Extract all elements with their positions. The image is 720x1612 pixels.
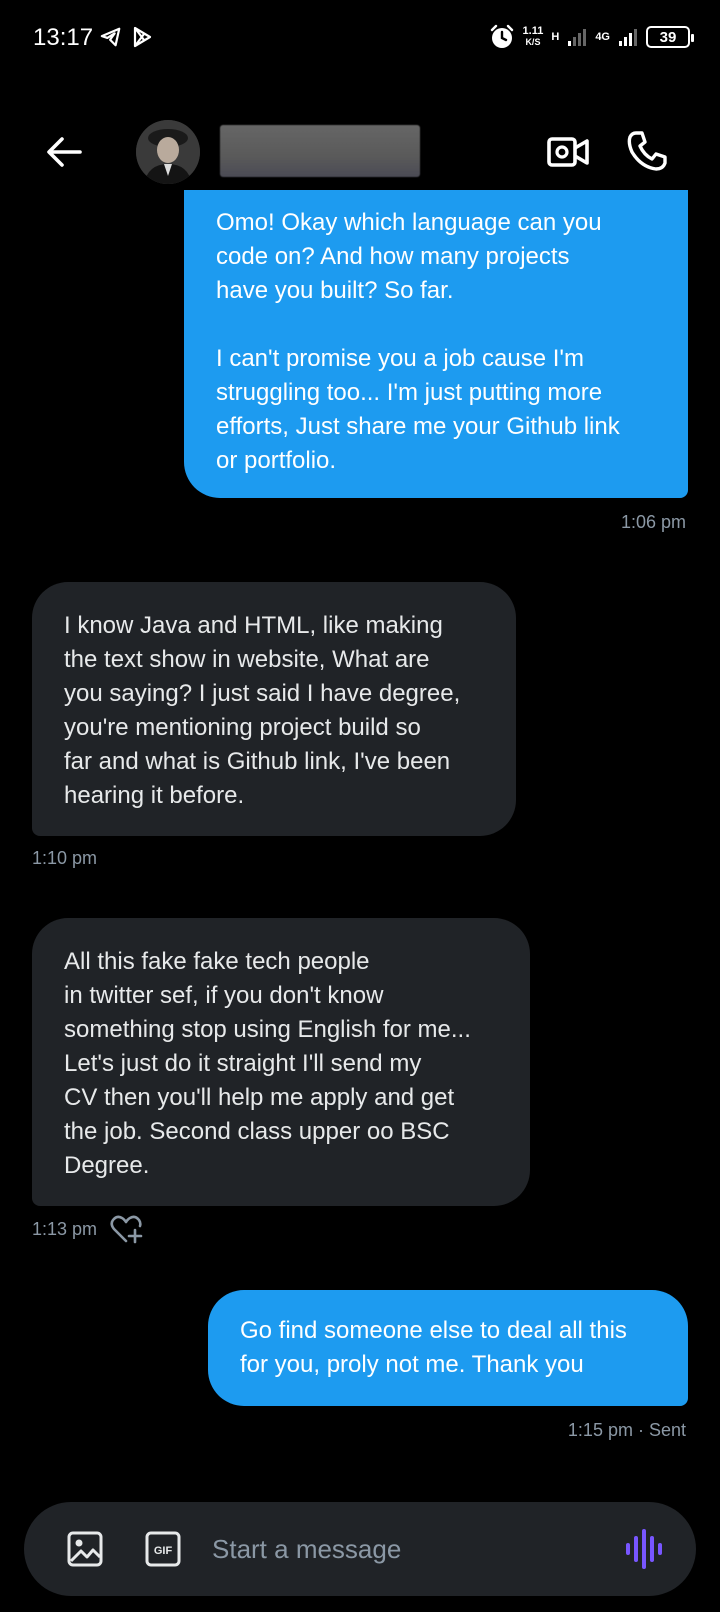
network-speed-value: 1.11 [522, 25, 544, 37]
status-time: 13:17 [33, 24, 94, 51]
message-timestamp: 1:10 pm [32, 848, 98, 868]
message-bubble-sent[interactable]: Omo! Okay which language can you code on… [184, 190, 688, 498]
contact-avatar[interactable] [136, 120, 200, 184]
signal-2-icon [619, 29, 637, 46]
network-speed: 1.11 K/S [523, 26, 544, 48]
message-bubble-received[interactable]: All this fake fake tech people in twitte… [32, 918, 530, 1206]
status-system-icons: 1.11 K/S H 4G 39 [489, 24, 694, 50]
image-icon[interactable] [66, 1530, 104, 1568]
play-store-icon [133, 26, 152, 48]
conversation-header [0, 108, 720, 200]
message-bubble-sent[interactable]: Go find someone else to deal all this fo… [208, 1290, 688, 1406]
telegram-icon [100, 27, 121, 47]
contact-name-redacted[interactable] [220, 125, 420, 177]
voice-message-icon[interactable] [624, 1528, 664, 1570]
signal-2-label: 4G [595, 31, 610, 43]
status-notification-icons [100, 26, 152, 48]
signal-1-label: H [551, 31, 560, 43]
heart-plus-icon[interactable] [110, 1214, 144, 1244]
network-speed-unit: K/S [525, 37, 541, 47]
alarm-icon [490, 24, 513, 48]
message-bubble-received[interactable]: I know Java and HTML, like making the te… [32, 582, 516, 836]
video-call-icon[interactable] [546, 130, 590, 174]
message-timestamp: 1:13 pm [32, 1219, 98, 1239]
message-composer: GIF [24, 1502, 696, 1596]
phone-call-icon[interactable] [624, 128, 670, 174]
avatar-image [136, 120, 200, 184]
back-arrow-icon[interactable] [44, 132, 84, 172]
svg-text:GIF: GIF [154, 1545, 173, 1557]
message-input[interactable] [212, 1528, 592, 1570]
status-bar: 13:17 1.11 K/S H 4G 39 [0, 0, 720, 80]
gif-icon[interactable]: GIF [144, 1530, 182, 1568]
signal-1-icon [568, 29, 587, 46]
battery-indicator: 39 [646, 26, 694, 48]
message-timestamp: 1:15 pm · Sent [567, 1420, 686, 1440]
message-timestamp: 1:06 pm [620, 512, 686, 532]
